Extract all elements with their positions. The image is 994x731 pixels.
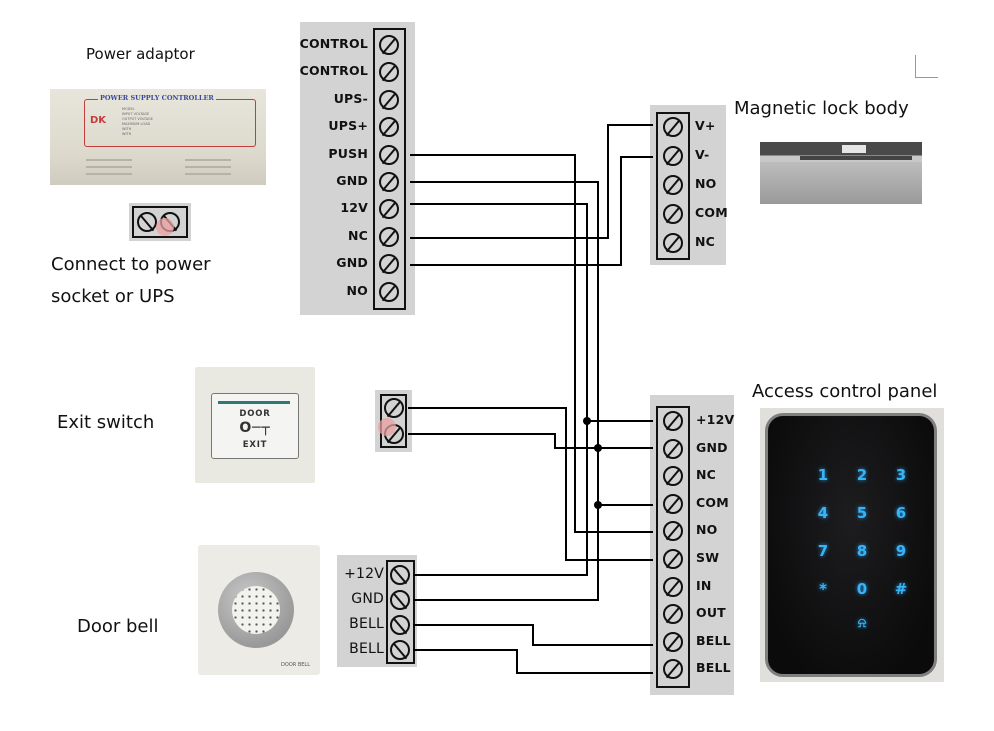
wire-ps-push-to-ap-no: [410, 154, 653, 533]
junction-dot: [594, 444, 602, 452]
wire-ps-gnd-to-ap-gnd: [410, 181, 599, 601]
wire-ps-12v-to-ap-12v: [410, 203, 588, 576]
junction-dot: [594, 501, 602, 509]
junction-dot: [583, 417, 591, 425]
wire-bell2-to-ap-bell: [413, 649, 653, 674]
wiring: [408, 124, 653, 674]
wire-exit-sw-to-ap-sw: [408, 407, 653, 561]
wire-bell1-to-ap-bell: [413, 624, 653, 646]
wire-exit-gnd-to-ap-gnd: [408, 433, 598, 449]
wire-ps-gnd-to-lock-vminus: [410, 156, 653, 266]
